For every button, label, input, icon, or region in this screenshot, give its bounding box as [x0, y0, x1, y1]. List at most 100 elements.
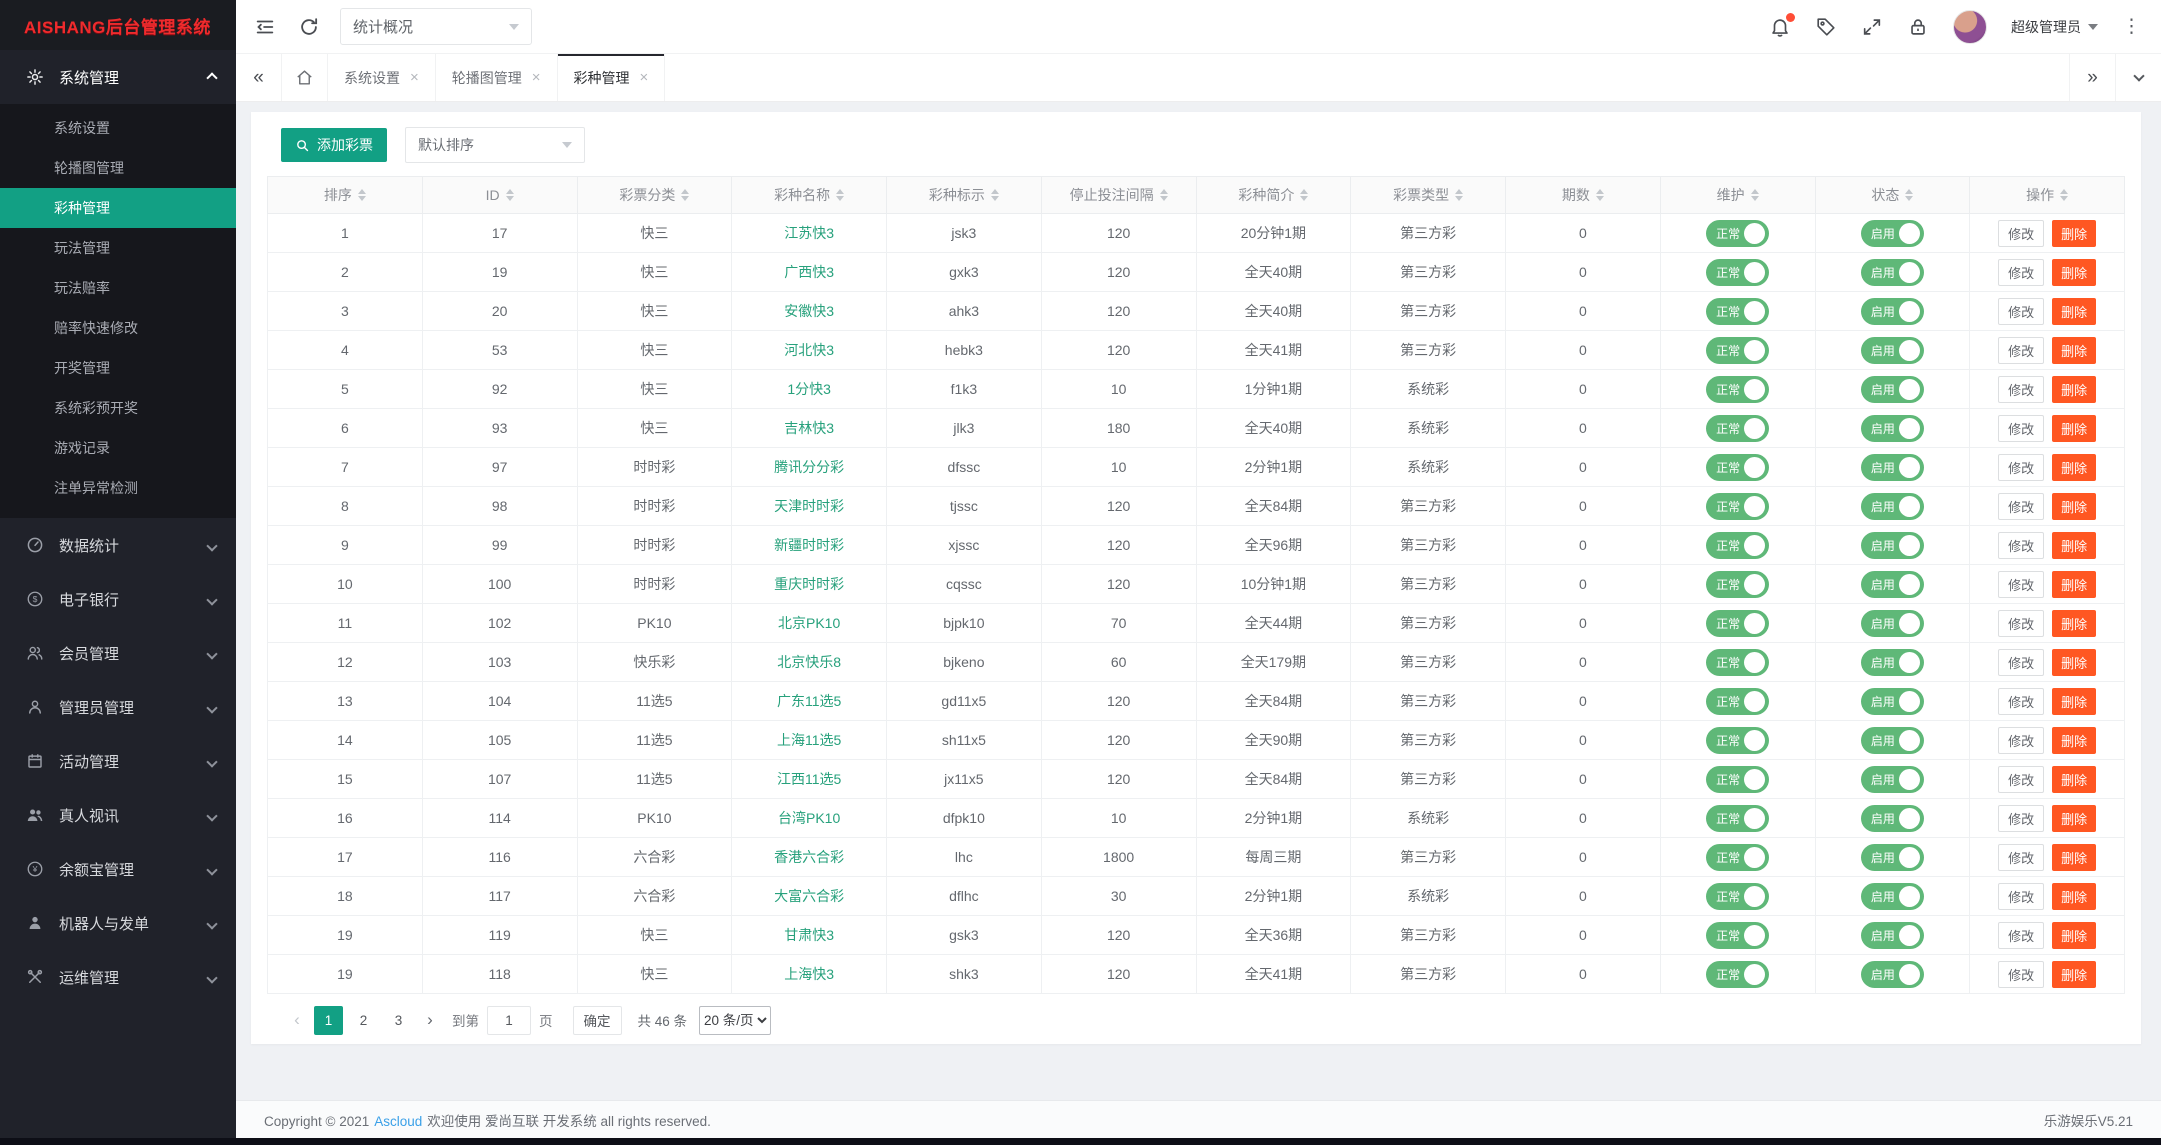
close-icon[interactable]: × [640, 69, 649, 86]
lottery-name-link[interactable]: 河北快3 [784, 342, 834, 358]
avatar[interactable] [1953, 9, 1987, 44]
status-toggle[interactable]: 启用 [1860, 375, 1924, 403]
delete-button[interactable]: 删除 [2052, 960, 2097, 988]
lottery-name-link[interactable]: 台湾PK10 [778, 810, 840, 826]
lottery-name-link[interactable]: 上海快3 [784, 966, 834, 982]
more-icon[interactable]: ⋮ [2122, 17, 2141, 36]
lottery-name-link[interactable]: 吉林快3 [784, 420, 834, 436]
status-toggle[interactable]: 启用 [1860, 570, 1924, 598]
sidebar-section[interactable]: 运维管理 [0, 950, 236, 1004]
refresh-icon[interactable] [298, 16, 320, 38]
delete-button[interactable]: 删除 [2052, 336, 2097, 364]
delete-button[interactable]: 删除 [2052, 765, 2097, 793]
close-icon[interactable]: × [410, 69, 419, 86]
lottery-name-link[interactable]: 北京PK10 [778, 615, 840, 631]
edit-button[interactable]: 修改 [1998, 414, 2045, 442]
lottery-name-link[interactable]: 大富六合彩 [774, 888, 844, 904]
lottery-name-link[interactable]: 香港六合彩 [774, 849, 844, 865]
status-toggle[interactable]: 启用 [1860, 648, 1924, 676]
page-2[interactable]: 2 [349, 1006, 378, 1035]
notifications-icon[interactable] [1769, 12, 1795, 38]
maintain-toggle[interactable]: 正常 [1706, 687, 1770, 715]
th-id[interactable]: ID [422, 176, 578, 214]
edit-button[interactable]: 修改 [1998, 843, 2045, 871]
sidebar-item[interactable]: 注单异常检测 [0, 468, 236, 508]
lottery-name-link[interactable]: 上海11选5 [777, 732, 841, 748]
lottery-name-link[interactable]: 江苏快3 [784, 225, 834, 241]
th-name[interactable]: 彩种名称 [731, 176, 887, 214]
edit-button[interactable]: 修改 [1998, 531, 2045, 559]
edit-button[interactable]: 修改 [1998, 960, 2045, 988]
edit-button[interactable]: 修改 [1998, 297, 2045, 325]
th-intro[interactable]: 彩种简介 [1196, 176, 1352, 214]
status-toggle[interactable]: 启用 [1860, 882, 1924, 910]
maintain-toggle[interactable]: 正常 [1706, 297, 1770, 325]
lottery-name-link[interactable]: 北京快乐8 [777, 654, 841, 670]
status-toggle[interactable]: 启用 [1860, 414, 1924, 442]
lottery-name-link[interactable]: 甘肃快3 [784, 927, 834, 943]
status-toggle[interactable]: 启用 [1860, 765, 1924, 793]
lottery-name-link[interactable]: 重庆时时彩 [774, 576, 844, 592]
tabs-scroll-left-icon[interactable]: « [236, 54, 282, 101]
tab-lottery-management[interactable]: 彩种管理 × [557, 54, 666, 101]
goto-page-input[interactable] [487, 1005, 531, 1035]
delete-button[interactable]: 删除 [2052, 414, 2097, 442]
sidebar-section[interactable]: 活动管理 [0, 734, 236, 788]
maintain-toggle[interactable]: 正常 [1706, 375, 1770, 403]
th-periods[interactable]: 期数 [1505, 176, 1661, 214]
edit-button[interactable]: 修改 [1998, 921, 2045, 949]
delete-button[interactable]: 删除 [2052, 609, 2097, 637]
status-toggle[interactable]: 启用 [1860, 219, 1924, 247]
th-maintain[interactable]: 维护 [1660, 176, 1816, 214]
sidebar-section[interactable]: $ 电子银行 [0, 572, 236, 626]
status-toggle[interactable]: 启用 [1860, 804, 1924, 832]
status-toggle[interactable]: 启用 [1860, 960, 1924, 988]
ascloud-link[interactable]: Ascloud [374, 1114, 422, 1129]
edit-button[interactable]: 修改 [1998, 726, 2045, 754]
th-sort[interactable]: 排序 [267, 176, 423, 214]
status-toggle[interactable]: 启用 [1860, 492, 1924, 520]
lottery-name-link[interactable]: 安徽快3 [784, 303, 834, 319]
delete-button[interactable]: 删除 [2052, 453, 2097, 481]
delete-button[interactable]: 删除 [2052, 804, 2097, 832]
sidebar-item[interactable]: 玩法管理 [0, 228, 236, 268]
lottery-name-link[interactable]: 广西快3 [784, 264, 834, 280]
home-tab[interactable] [282, 54, 328, 101]
nav-select[interactable]: 统计概况 [340, 8, 532, 45]
edit-button[interactable]: 修改 [1998, 687, 2045, 715]
sidebar-item[interactable]: 彩种管理 [0, 188, 236, 228]
user-menu[interactable]: 超级管理员 [2011, 17, 2098, 37]
sidebar-section[interactable]: 数据统计 [0, 518, 236, 572]
th-actions[interactable]: 操作 [1969, 176, 2125, 214]
maintain-toggle[interactable]: 正常 [1706, 843, 1770, 871]
edit-button[interactable]: 修改 [1998, 336, 2045, 364]
edit-button[interactable]: 修改 [1998, 882, 2045, 910]
status-toggle[interactable]: 启用 [1860, 726, 1924, 754]
delete-button[interactable]: 删除 [2052, 843, 2097, 871]
tab-system-settings[interactable]: 系统设置 × [328, 54, 436, 101]
lottery-name-link[interactable]: 新疆时时彩 [774, 537, 844, 553]
edit-button[interactable]: 修改 [1998, 375, 2045, 403]
delete-button[interactable]: 删除 [2052, 219, 2097, 247]
maintain-toggle[interactable]: 正常 [1706, 882, 1770, 910]
status-toggle[interactable]: 启用 [1860, 843, 1924, 871]
edit-button[interactable]: 修改 [1998, 609, 2045, 637]
sidebar-section[interactable]: 系统管理 [0, 50, 236, 104]
lottery-name-link[interactable]: 腾讯分分彩 [774, 459, 844, 475]
maintain-toggle[interactable]: 正常 [1706, 726, 1770, 754]
status-toggle[interactable]: 启用 [1860, 336, 1924, 364]
lottery-name-link[interactable]: 广东11选5 [777, 693, 841, 709]
maintain-toggle[interactable]: 正常 [1706, 258, 1770, 286]
delete-button[interactable]: 删除 [2052, 375, 2097, 403]
fullscreen-icon[interactable] [1861, 16, 1883, 38]
maintain-toggle[interactable]: 正常 [1706, 570, 1770, 598]
edit-button[interactable]: 修改 [1998, 258, 2045, 286]
status-toggle[interactable]: 启用 [1860, 687, 1924, 715]
th-code[interactable]: 彩种标示 [886, 176, 1042, 214]
next-page-icon[interactable]: › [416, 1010, 444, 1030]
maintain-toggle[interactable]: 正常 [1706, 960, 1770, 988]
edit-button[interactable]: 修改 [1998, 804, 2045, 832]
th-status[interactable]: 状态 [1815, 176, 1971, 214]
delete-button[interactable]: 删除 [2052, 687, 2097, 715]
tag-icon[interactable] [1815, 16, 1837, 38]
